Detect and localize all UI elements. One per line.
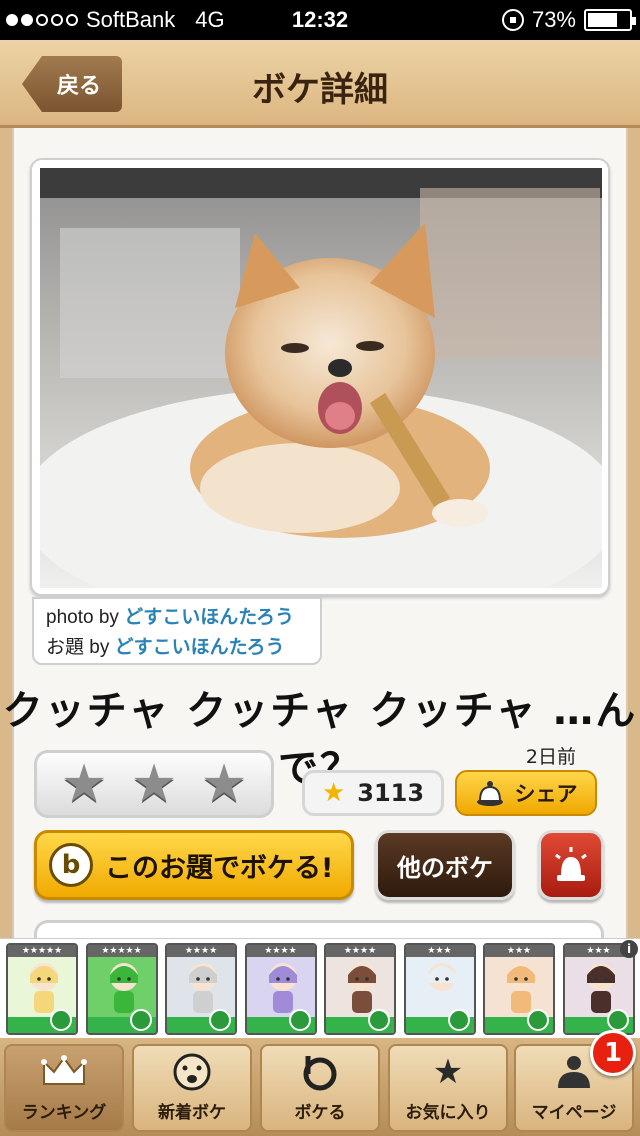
- character-card[interactable]: ★★★★★: [85, 943, 158, 1035]
- notification-badge: 1: [590, 1030, 636, 1076]
- tab-mypage-label: マイページ: [531, 1103, 617, 1123]
- shield-icon: [129, 1009, 152, 1031]
- character-card[interactable]: ★★★: [483, 943, 555, 1035]
- chihuahua-photo: [40, 168, 602, 588]
- tab-ranking[interactable]: ランキング: [4, 1044, 124, 1132]
- b-logo-icon: [262, 1046, 378, 1098]
- character-strip: ★★★★★ ★★★★★ ★★★★ ★★★★ ★★★★ ★★★ ★★★ ★★★: [0, 938, 640, 1038]
- character-rarity: ★★★: [485, 945, 553, 957]
- character-card[interactable]: ★★★★: [165, 943, 237, 1035]
- topic-photo[interactable]: [40, 168, 602, 588]
- character-card[interactable]: ★★★★: [324, 943, 396, 1035]
- shield-icon: [368, 1009, 390, 1031]
- crown-icon: [6, 1046, 122, 1098]
- timestamp: 2日前: [525, 746, 576, 768]
- battery-icon: [584, 9, 636, 31]
- nav-header: 戻る ボケ詳細: [0, 40, 640, 128]
- tab-bar: ランキング 新着ボケ ボケる ★ お気に入り マイページ: [0, 1038, 640, 1136]
- character-card[interactable]: ★★★★: [244, 943, 317, 1035]
- character-card[interactable]: ★★★★★: [6, 943, 78, 1035]
- star-count-badge: ★ 3113: [302, 770, 444, 816]
- siren-icon: [555, 847, 587, 881]
- rotation-lock-icon: [501, 9, 524, 31]
- topic-user-link[interactable]: どすこいほんたろう: [115, 637, 285, 658]
- character-rarity: ★★★★: [326, 945, 394, 957]
- character-rarity: ★★★★: [246, 945, 315, 957]
- star-count: 3113: [357, 779, 425, 807]
- shield-icon: [288, 1009, 311, 1031]
- other-boke-button[interactable]: 他のボケ: [375, 830, 515, 900]
- share-button[interactable]: シェア: [455, 770, 597, 816]
- info-icon[interactable]: i: [620, 940, 638, 958]
- status-bar: SoftBank 4G 12:32 73%: [0, 0, 640, 40]
- shield-icon: [50, 1009, 72, 1031]
- photo-credit-label: photo by: [46, 607, 119, 628]
- battery-percent: 73%: [531, 7, 576, 32]
- topic-credit-label: お題 by: [46, 637, 110, 658]
- tab-new-boke-label: 新着ボケ: [158, 1103, 226, 1123]
- tab-ranking-label: ランキング: [21, 1103, 107, 1123]
- tab-new-boke[interactable]: 新着ボケ: [132, 1044, 252, 1132]
- bell-icon: [476, 781, 503, 806]
- photo-user-link[interactable]: どすこいほんたろう: [124, 607, 294, 628]
- boke-on-topic-label: このお題でボケる!: [105, 852, 334, 884]
- shield-icon: [209, 1009, 231, 1031]
- star-icon: ★: [432, 1052, 464, 1092]
- star-rate-3-icon[interactable]: ★: [201, 758, 248, 810]
- star-rate-2-icon[interactable]: ★: [131, 758, 178, 810]
- tab-boke-label: ボケる: [294, 1103, 346, 1123]
- character-rarity: ★★★★★: [8, 945, 76, 957]
- star-icon: ★: [321, 778, 346, 808]
- page-title: ボケ詳細: [252, 70, 388, 110]
- character-rarity: ★★★: [405, 945, 474, 957]
- rating-stars: ★ ★ ★: [34, 750, 274, 818]
- shield-icon: [447, 1009, 470, 1031]
- tab-favorites-label: お気に入り: [405, 1103, 491, 1123]
- character-card[interactable]: ★★★: [403, 943, 476, 1035]
- b-logo-icon: b: [49, 843, 93, 887]
- report-button[interactable]: [538, 830, 604, 900]
- star-rate-1-icon[interactable]: ★: [61, 758, 108, 810]
- photo-credit: photo by どすこいほんたろう お題 by どすこいほんたろう: [32, 597, 322, 665]
- tab-boke[interactable]: ボケる: [260, 1044, 380, 1132]
- share-label: シェア: [514, 782, 578, 806]
- boke-on-topic-button[interactable]: b このお題でボケる!: [34, 830, 354, 900]
- shield-icon: [527, 1009, 549, 1031]
- character-rarity: ★★★★: [167, 945, 235, 957]
- shield-icon: [606, 1009, 629, 1031]
- tab-favorites[interactable]: ★ お気に入り: [388, 1044, 508, 1132]
- character-rarity: ★★★★★: [87, 945, 156, 957]
- face-icon: [134, 1046, 250, 1098]
